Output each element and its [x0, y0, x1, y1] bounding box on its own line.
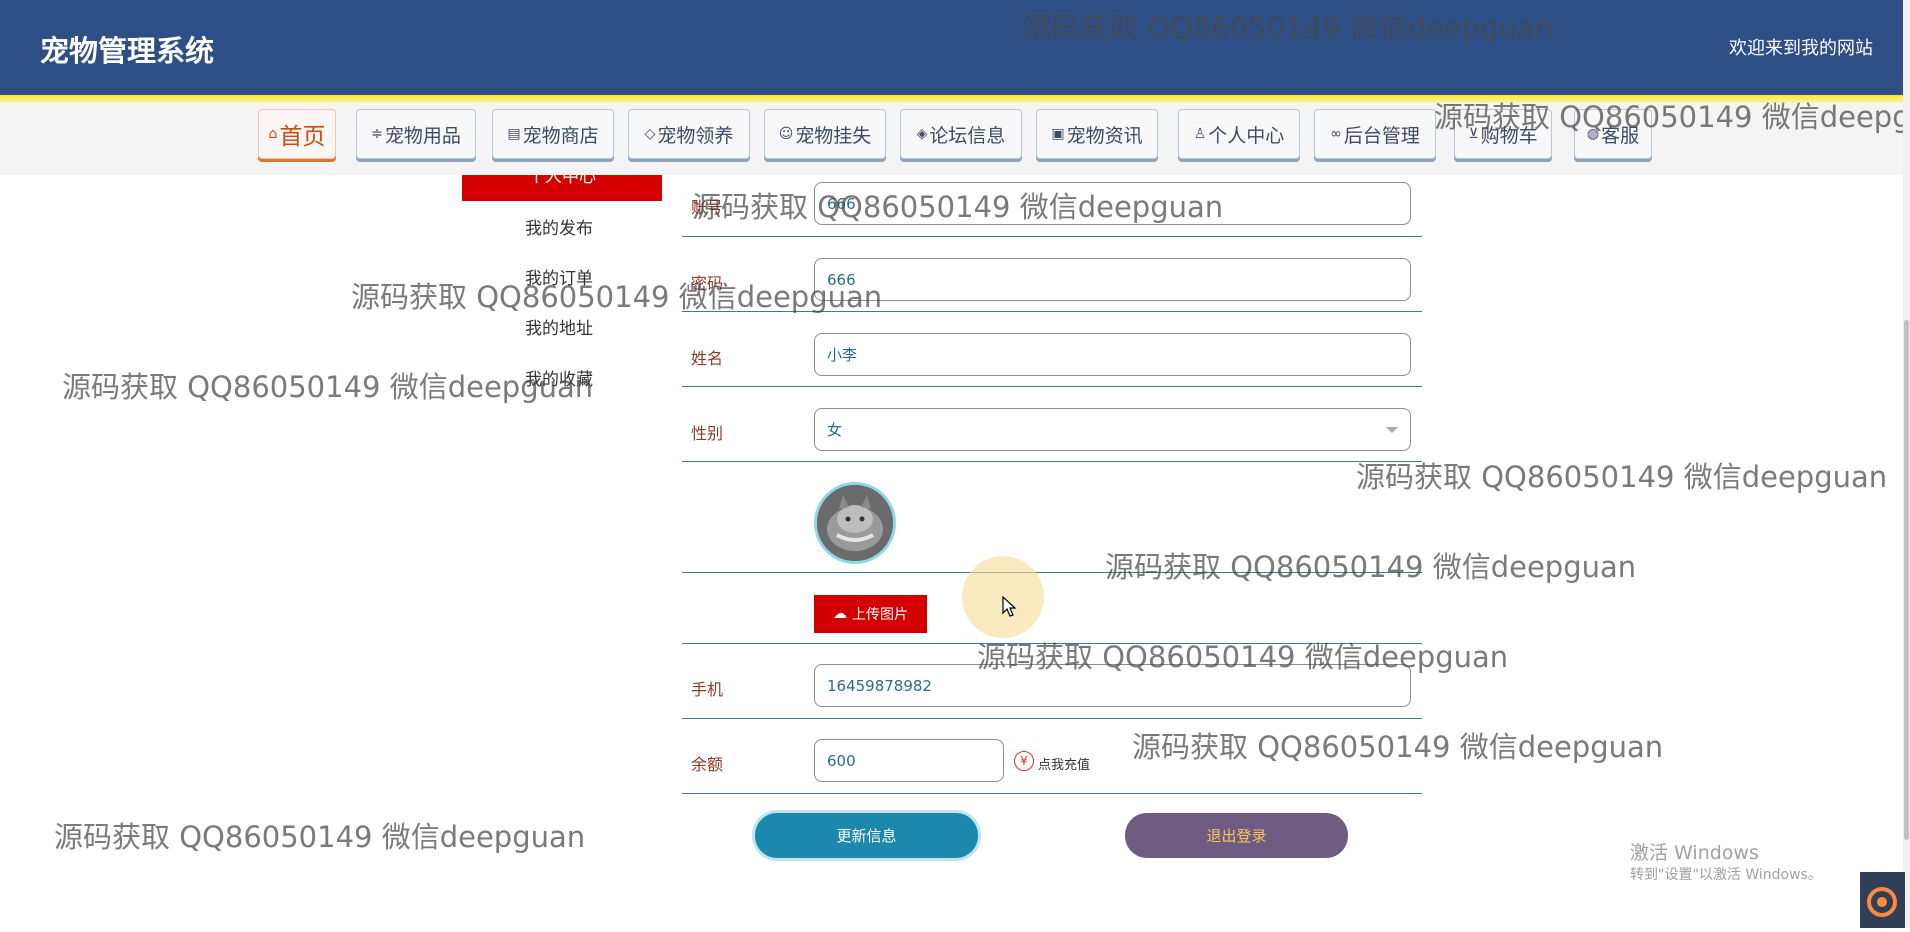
row-divider [682, 386, 1422, 387]
nav-item-supplies[interactable]: ≑ 宠物用品 [356, 109, 476, 159]
balance-field[interactable]: 600 [814, 739, 1004, 782]
watermark-text: 源码获取 QQ86050149 微信deepguan [1105, 550, 1637, 584]
phone-field[interactable]: 16459878982 [814, 664, 1411, 707]
balance-label: 余额 [691, 755, 724, 774]
sidebar-item-my-address[interactable]: 我的地址 [525, 314, 593, 339]
watermark-text: 源码获取 QQ86050149 微信deepguan [351, 280, 883, 314]
chevron-down-icon [1386, 427, 1398, 433]
cloud-upload-icon: ☁ [833, 606, 847, 622]
scrollbar-thumb[interactable] [1904, 320, 1909, 840]
nav-item-adopt[interactable]: ◇ 宠物领养 [628, 109, 750, 159]
nav-item-personal[interactable]: ♙ 个人中心 [1178, 109, 1300, 159]
gear-icon[interactable] [1860, 872, 1905, 928]
account-field[interactable]: 666 [814, 182, 1411, 225]
watermark-text: 源码获取 QQ86050149 微信deepguan [1132, 730, 1664, 764]
box-icon: ◇ [644, 126, 656, 142]
name-field[interactable]: 小李 [814, 333, 1411, 376]
avatar [814, 482, 896, 564]
nav-item-news[interactable]: ▣ 宠物资讯 [1036, 109, 1158, 159]
news-icon: ▣ [1051, 126, 1065, 142]
sidebar-item-my-orders[interactable]: 我的订单 [525, 264, 593, 289]
nav-item-lost[interactable]: ☺ 宠物挂失 [764, 109, 886, 159]
mouse-cursor-icon [1002, 596, 1017, 617]
nav-item-forum[interactable]: ◈ 论坛信息 [900, 109, 1022, 159]
gender-label: 性别 [691, 424, 724, 443]
upload-image-button[interactable]: ☁ 上传图片 [814, 595, 927, 633]
link-icon: ∞ [1330, 126, 1342, 142]
update-info-button[interactable]: 更新信息 [755, 813, 978, 858]
header-stripe [0, 95, 1903, 103]
watermark-text: 源码获取 QQ86050149 微信deepguan [54, 820, 586, 854]
main-nav: ⌂ 首页 ≑ 宠物用品 ▤ 宠物商店 ◇ 宠物领养 ☺ 宠物挂失 ◈ 论坛信息 ▣ 宠物资讯 … [0, 103, 1903, 175]
nav-item-shop[interactable]: ▤ 宠物商店 [492, 109, 614, 159]
cart-icon: ⊻ [1468, 126, 1479, 142]
nav-item-admin[interactable]: ∞ 后台管理 [1314, 109, 1436, 159]
sidebar-item-my-favorites[interactable]: 我的收藏 [525, 365, 593, 390]
row-divider [682, 311, 1422, 312]
row-divider [682, 572, 1422, 573]
shop-icon: ▤ [507, 126, 521, 142]
nav-item-cart[interactable]: ⊻ 购物车 [1454, 109, 1552, 159]
windows-activate-title: 激活 Windows [1630, 842, 1759, 864]
sidebar-item-personal-center[interactable]: 个人中心 [462, 175, 662, 201]
phone-label: 手机 [691, 680, 724, 699]
sliders-icon: ≑ [371, 126, 383, 142]
chat-icon: ◍ [1586, 126, 1600, 142]
yen-icon[interactable]: ¥ [1014, 751, 1034, 771]
row-divider [682, 236, 1422, 237]
site-title: 宠物管理系统 [40, 34, 215, 68]
tag-icon: ◈ [916, 126, 928, 142]
row-divider [682, 718, 1422, 719]
password-label: 密码 [691, 274, 724, 293]
sidebar-item-my-posts[interactable]: 我的发布 [525, 214, 593, 239]
face-icon: ☺ [778, 126, 794, 142]
home-icon: ⌂ [268, 126, 278, 142]
windows-activate-hint: 转到"设置"以激活 Windows。 [1630, 867, 1822, 883]
top-header: 宠物管理系统 欢迎来到我的网站 [0, 0, 1903, 95]
row-divider [682, 793, 1422, 794]
password-field[interactable]: 666 [814, 258, 1411, 301]
account-label: 账号 [691, 198, 724, 217]
watermark-text: 源码获取 QQ86050149 微信deepguan [62, 370, 594, 404]
logout-button[interactable]: 退出登录 [1125, 813, 1348, 858]
name-label: 姓名 [691, 349, 724, 368]
gender-select[interactable]: 女 [814, 408, 1411, 451]
nav-item-home[interactable]: ⌂ 首页 [258, 109, 336, 159]
welcome-text: 欢迎来到我的网站 [1729, 38, 1873, 59]
gender-value: 女 [827, 421, 843, 439]
watermark-text: 源码获取 QQ86050149 微信deepguan [1356, 460, 1888, 494]
row-divider [682, 461, 1422, 462]
recharge-link[interactable]: 点我充值 [1038, 754, 1090, 773]
row-divider [682, 643, 1422, 644]
user-icon: ♙ [1193, 126, 1207, 142]
nav-item-service[interactable]: ◍ 客服 [1574, 109, 1652, 159]
